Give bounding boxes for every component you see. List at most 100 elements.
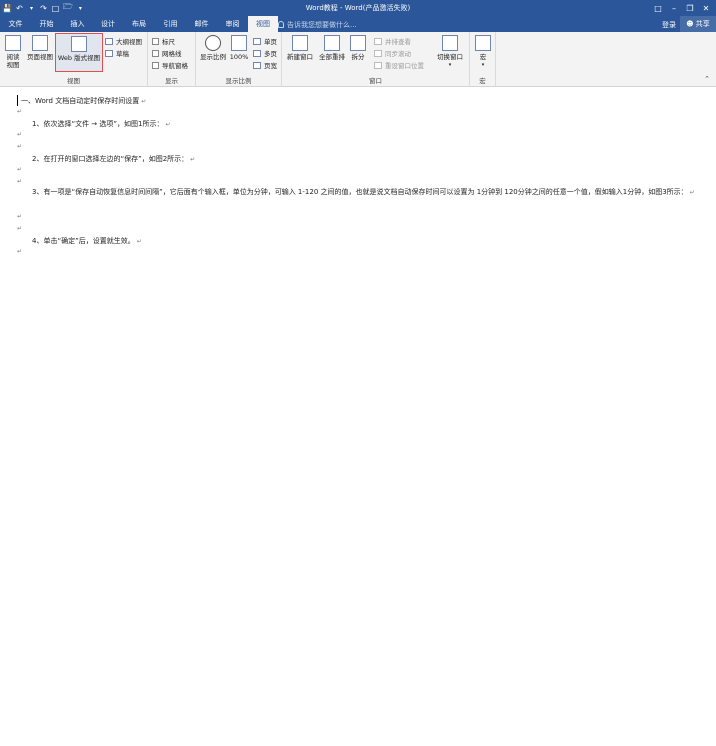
page-width-label: 页宽 bbox=[264, 62, 277, 70]
page-width-icon bbox=[253, 61, 261, 69]
paragraph-mark: ↵ bbox=[17, 166, 23, 173]
sync-scroll-icon bbox=[374, 49, 382, 57]
share-button[interactable]: ☻ 共享 bbox=[680, 16, 716, 32]
group-zoom: 显示比例 100% 单页 多页 页宽 显示比例 bbox=[196, 32, 282, 87]
tab-insert[interactable]: 插入 bbox=[62, 16, 93, 32]
tab-layout[interactable]: 布局 bbox=[123, 16, 155, 32]
switch-windows-icon bbox=[442, 35, 458, 51]
one-page-button[interactable]: 单页 bbox=[253, 36, 277, 46]
group-window-label: 窗口 bbox=[369, 77, 382, 85]
group-views: 阅读 视图 页面视图 Web 版式视图 大纲视图 草稿 视图 bbox=[0, 32, 148, 87]
macros-label: 宏 bbox=[479, 53, 487, 61]
group-show-label: 显示 bbox=[165, 77, 178, 85]
group-macros-label: 宏 bbox=[479, 77, 486, 85]
switch-windows-button[interactable]: 切换窗口 ▾ bbox=[434, 35, 466, 69]
web-layout-label: Web 版式视图 bbox=[57, 54, 101, 62]
doc-heading: 一、Word 文档自动定时保存时间设置 ↵ bbox=[21, 96, 146, 106]
draft-button[interactable]: 草稿 bbox=[105, 48, 129, 58]
read-mode-label: 阅读 视图 bbox=[6, 53, 20, 69]
gridlines-label: 网格线 bbox=[162, 50, 182, 58]
zoom-label: 显示比例 bbox=[200, 53, 226, 61]
reset-position-button[interactable]: 重设窗口位置 bbox=[374, 60, 424, 70]
ribbon-tab-bar: 文件 开始 插入 设计 布局 引用 邮件 审阅 视图 告诉我您想要做什么... … bbox=[0, 16, 716, 32]
tab-mailings[interactable]: 邮件 bbox=[186, 16, 217, 32]
share-label: 共享 bbox=[695, 20, 710, 28]
print-layout-label: 页面视图 bbox=[27, 53, 53, 61]
text-cursor bbox=[17, 95, 18, 106]
group-macros: 宏 ▾ 宏 bbox=[470, 32, 496, 87]
zoom-100-label: 100% bbox=[229, 53, 249, 61]
macros-icon bbox=[475, 35, 491, 51]
outline-button[interactable]: 大纲视图 bbox=[105, 36, 142, 46]
doc-heading-text: 一、Word 文档自动定时保存时间设置 bbox=[21, 97, 140, 105]
multi-page-button[interactable]: 多页 bbox=[253, 48, 277, 58]
doc-step-3: 3、有一项是“保存自动恢复信息时间间隔”，它后面有个输入框，单位为分钟，可输入 … bbox=[17, 186, 707, 199]
window-controls: □ – ❐ ✕ bbox=[650, 0, 714, 16]
side-by-side-button[interactable]: 并排查看 bbox=[374, 36, 411, 46]
group-zoom-label: 显示比例 bbox=[225, 77, 252, 85]
group-show: 标尺 网格线 导航窗格 显示 bbox=[148, 32, 196, 87]
doc-step-1-text: 1、依次选择“文件 → 选项”，如图1所示： bbox=[32, 120, 164, 128]
tell-me-box[interactable]: 告诉我您想要做什么... bbox=[278, 20, 357, 30]
paragraph-mark: ↵ bbox=[17, 131, 23, 138]
tab-design[interactable]: 设计 bbox=[93, 16, 123, 32]
minimize-icon[interactable]: – bbox=[666, 0, 682, 16]
sync-scroll-button[interactable]: 同步滚动 bbox=[374, 48, 411, 58]
outline-label: 大纲视图 bbox=[116, 38, 142, 46]
zoom-100-button[interactable]: 100% bbox=[229, 35, 249, 61]
document-body[interactable]: 一、Word 文档自动定时保存时间设置 ↵ ↵ 1、依次选择“文件 → 选项”，如… bbox=[0, 88, 716, 746]
one-page-icon bbox=[253, 37, 261, 45]
tell-me-text: 告诉我您想要做什么... bbox=[287, 21, 357, 29]
switch-windows-label: 切换窗口 bbox=[437, 53, 463, 61]
new-window-button[interactable]: 新建窗口 bbox=[285, 35, 315, 61]
nav-pane-check-icon bbox=[152, 61, 159, 69]
title-bar: 💾 ↶ ▾ ↷ □ 🗁 ▾ Word教程 - Word(产品激活失败) □ – … bbox=[0, 0, 716, 16]
ruler-checkbox[interactable]: 标尺 bbox=[152, 36, 175, 46]
ribbon-display-options-icon[interactable]: □ bbox=[650, 0, 666, 16]
restore-icon[interactable]: ❐ bbox=[682, 0, 698, 16]
draft-label: 草稿 bbox=[116, 50, 129, 58]
nav-pane-label: 导航窗格 bbox=[162, 62, 188, 70]
lightbulb-icon bbox=[278, 21, 284, 28]
tab-review[interactable]: 审阅 bbox=[217, 16, 248, 32]
macros-button[interactable]: 宏 ▾ bbox=[473, 35, 493, 69]
paragraph-mark: ↵ bbox=[689, 189, 695, 196]
nav-pane-checkbox[interactable]: 导航窗格 bbox=[152, 60, 188, 70]
paragraph-mark: ↵ bbox=[190, 156, 196, 163]
new-window-label: 新建窗口 bbox=[287, 53, 313, 61]
gridlines-checkbox[interactable]: 网格线 bbox=[152, 48, 182, 58]
page-width-button[interactable]: 页宽 bbox=[253, 60, 277, 70]
doc-step-1: 1、依次选择“文件 → 选项”，如图1所示： ↵ bbox=[32, 119, 171, 129]
tab-references[interactable]: 引用 bbox=[155, 16, 186, 32]
outline-icon bbox=[105, 37, 113, 45]
chevron-down-icon: ▾ bbox=[448, 62, 452, 68]
split-button[interactable]: 拆分 bbox=[348, 35, 368, 61]
tab-file[interactable]: 文件 bbox=[0, 16, 31, 32]
side-by-side-label: 并排查看 bbox=[385, 38, 411, 46]
tab-view[interactable]: 视图 bbox=[248, 16, 278, 32]
print-layout-button[interactable]: 页面视图 bbox=[26, 35, 54, 61]
multi-page-label: 多页 bbox=[264, 50, 277, 58]
sign-in-link[interactable]: 登录 bbox=[662, 20, 676, 30]
doc-step-4: 4、单击“确定”后，设置就生效。 ↵ bbox=[32, 236, 142, 246]
chevron-down-icon: ▾ bbox=[481, 62, 485, 68]
ribbon: 阅读 视图 页面视图 Web 版式视图 大纲视图 草稿 视图 标尺 网格线 导航… bbox=[0, 32, 716, 87]
reset-position-label: 重设窗口位置 bbox=[385, 62, 424, 70]
arrange-all-button[interactable]: 全部重排 bbox=[317, 35, 347, 61]
one-page-label: 单页 bbox=[264, 38, 277, 46]
collapse-ribbon-icon[interactable]: ⌃ bbox=[704, 75, 710, 83]
doc-step-2: 2、在打开的窗口选择左边的“保存”，如图2所示： ↵ bbox=[32, 154, 195, 164]
paragraph-mark: ↵ bbox=[17, 213, 23, 220]
split-icon bbox=[350, 35, 366, 51]
close-icon[interactable]: ✕ bbox=[698, 0, 714, 16]
read-mode-button[interactable]: 阅读 视图 bbox=[3, 35, 23, 69]
split-label: 拆分 bbox=[351, 53, 365, 61]
paragraph-mark: ↵ bbox=[17, 225, 23, 232]
gridlines-check-icon bbox=[152, 49, 159, 57]
magnifier-icon bbox=[205, 35, 221, 51]
sync-scroll-label: 同步滚动 bbox=[385, 50, 411, 58]
zoom-100-icon bbox=[231, 35, 247, 51]
zoom-button[interactable]: 显示比例 bbox=[198, 35, 228, 61]
web-layout-button[interactable]: Web 版式视图 bbox=[55, 33, 103, 72]
tab-home[interactable]: 开始 bbox=[31, 16, 62, 32]
